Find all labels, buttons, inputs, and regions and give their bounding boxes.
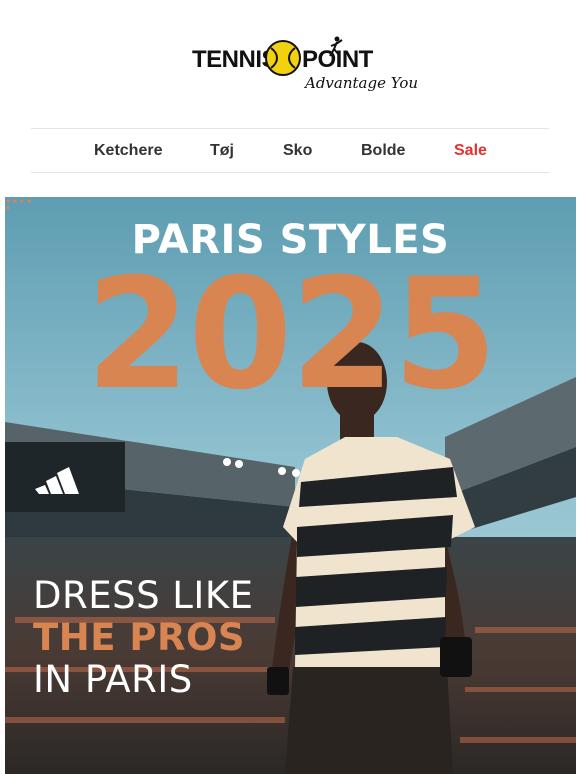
nav-item-toj[interactable]: Tøj [210,142,234,160]
hero-banner[interactable]: PARIS STYLES 2025 DRESS LIKE THE PROS IN… [5,197,576,774]
nav-item-ketchere[interactable]: Ketchere [94,142,162,160]
hero-line-3: IN PARIS [33,658,193,701]
hero-line-1: DRESS LIKE [33,574,254,617]
hero-year: 2025 [85,246,497,424]
brand-logo[interactable]: TENNIS POINT Advantage You [0,36,580,100]
hero-tagline: DRESS LIKE THE PROS IN PARIS [33,575,253,701]
hero-line-2: THE PROS [33,616,246,659]
nav-item-sale[interactable]: Sale [454,142,487,160]
main-nav: Ketchere Tøj Sko Bolde Sale [31,128,549,173]
nav-item-bolde[interactable]: Bolde [361,142,405,160]
tennis-ball-icon [265,40,301,76]
dotted-decoration-icon [6,199,31,210]
nav-item-sko[interactable]: Sko [283,142,312,160]
player-silhouette-icon [329,36,343,57]
brand-tagline: Advantage You [305,74,419,92]
